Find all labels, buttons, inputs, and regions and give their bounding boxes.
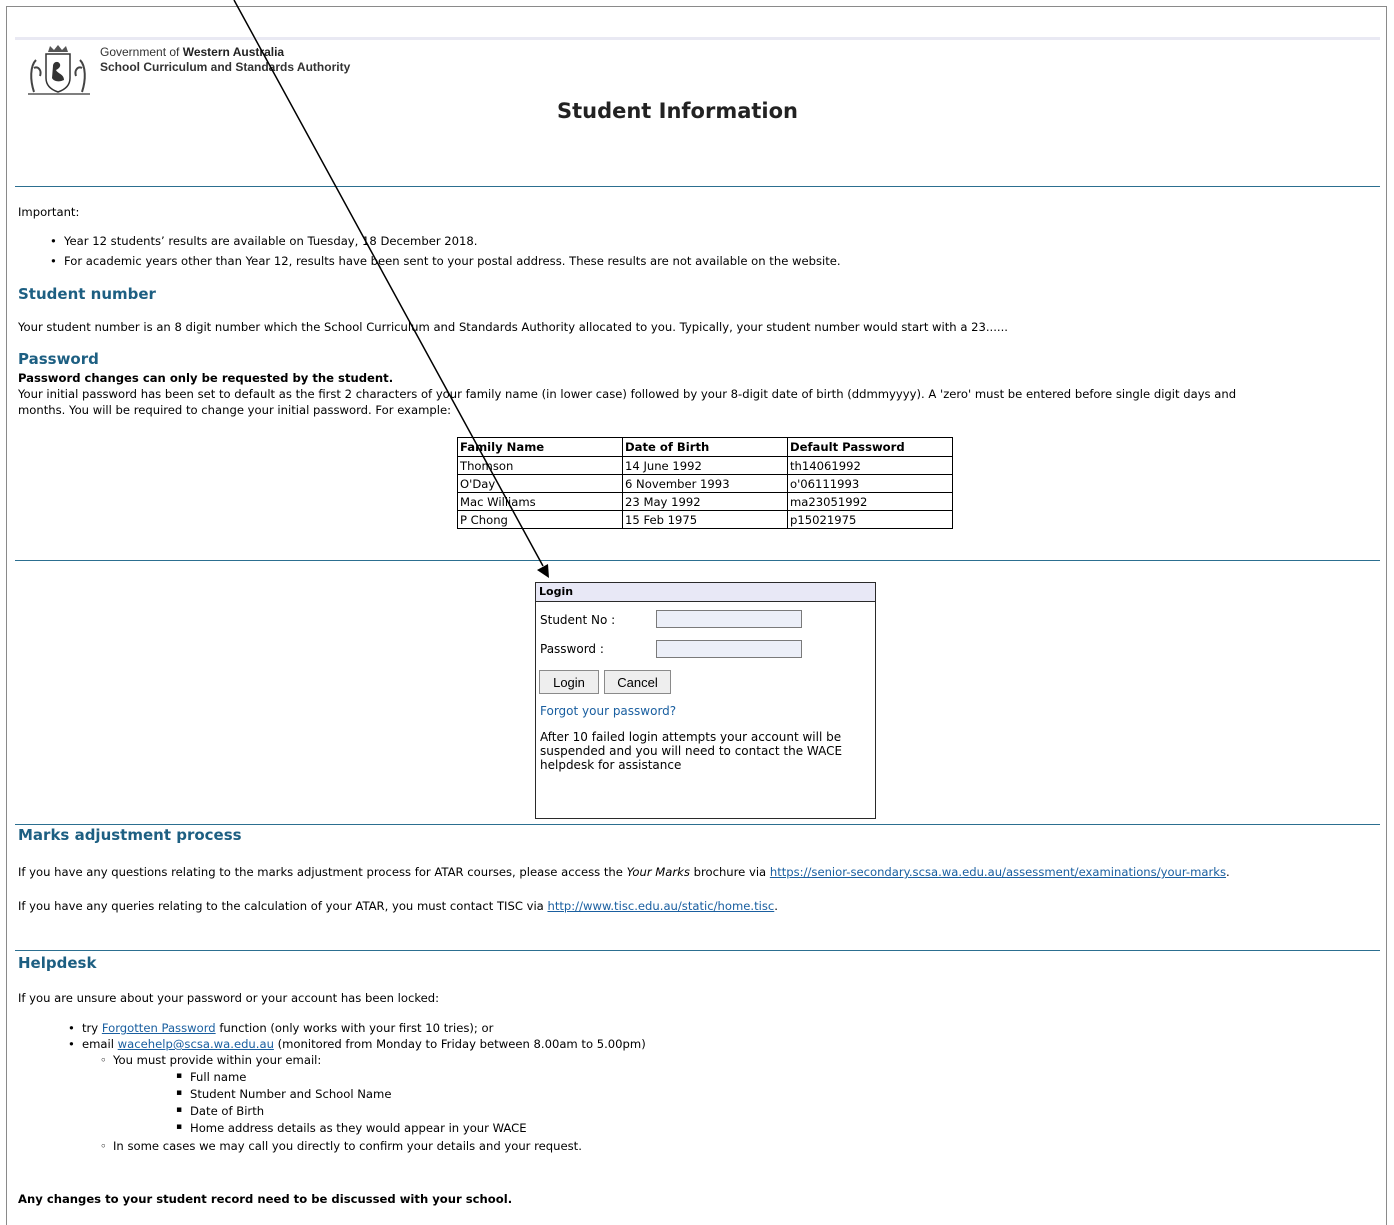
forgot-password-link[interactable]: Forgot your password? bbox=[540, 704, 676, 718]
table-cell: 15 Feb 1975 bbox=[622, 510, 788, 529]
table-cell: 14 June 1992 bbox=[622, 456, 788, 475]
password-bold-note: Password changes can only be requested b… bbox=[18, 371, 394, 385]
table-cell: ma23051992 bbox=[787, 492, 953, 511]
your-marks-link[interactable]: https://senior-secondary.scsa.wa.edu.au/… bbox=[770, 865, 1226, 879]
table-cell: Mac Williams bbox=[457, 492, 623, 511]
column-header: Date of Birth bbox=[622, 437, 788, 457]
helpdesk-heading: Helpdesk bbox=[18, 954, 97, 972]
column-header: Default Password bbox=[787, 437, 953, 457]
helpdesk-subitem: You must provide within your email: bbox=[100, 1053, 321, 1067]
table-row: O'Day 6 November 1993 o'06111993 bbox=[457, 474, 953, 493]
helpdesk-requirement: Full name bbox=[176, 1070, 246, 1084]
header-bar bbox=[15, 37, 1380, 40]
wa-government-crest-logo bbox=[28, 45, 90, 95]
password-input[interactable] bbox=[656, 640, 802, 658]
password-text-line2: months. You will be required to change y… bbox=[18, 403, 451, 417]
helpdesk-requirement: Home address details as they would appea… bbox=[176, 1121, 527, 1135]
tisc-link[interactable]: http://www.tisc.edu.au/static/home.tisc bbox=[547, 899, 774, 913]
login-button[interactable]: Login bbox=[539, 670, 599, 694]
table-cell: o'06111993 bbox=[787, 474, 953, 493]
divider bbox=[15, 824, 1380, 825]
marks-paragraph-1: If you have any questions relating to th… bbox=[18, 865, 1230, 879]
column-header: Family Name bbox=[457, 437, 623, 457]
student-no-input[interactable] bbox=[656, 610, 802, 628]
password-heading: Password bbox=[18, 350, 99, 368]
important-item: For academic years other than Year 12, r… bbox=[50, 254, 841, 268]
helpdesk-item: email wacehelp@scsa.wa.edu.au (monitored… bbox=[68, 1037, 646, 1051]
table-cell: p15021975 bbox=[787, 510, 953, 529]
table-cell: O'Day bbox=[457, 474, 623, 493]
table-row: Mac Williams 23 May 1992 ma23051992 bbox=[457, 492, 953, 511]
student-number-heading: Student number bbox=[18, 285, 156, 303]
important-label: Important: bbox=[18, 205, 80, 219]
marks-heading: Marks adjustment process bbox=[18, 826, 242, 844]
table-cell: 6 November 1993 bbox=[622, 474, 788, 493]
cancel-button[interactable]: Cancel bbox=[604, 670, 671, 694]
important-item: Year 12 students’ results are available … bbox=[50, 234, 478, 248]
table-cell: P Chong bbox=[457, 510, 623, 529]
page-title: Student Information bbox=[556, 99, 799, 123]
helpdesk-item: try Forgotten Password function (only wo… bbox=[68, 1021, 493, 1035]
student-number-text: Your student number is an 8 digit number… bbox=[18, 320, 1008, 334]
table-cell: Thomson bbox=[457, 456, 623, 475]
helpdesk-intro: If you are unsure about your password or… bbox=[18, 991, 440, 1005]
password-text-line1: Your initial password has been set to de… bbox=[18, 387, 1237, 401]
divider bbox=[15, 950, 1380, 951]
helpdesk-requirement: Date of Birth bbox=[176, 1104, 264, 1118]
footer-note: Any changes to your student record need … bbox=[18, 1192, 513, 1206]
marks-paragraph-2: If you have any queries relating to the … bbox=[18, 899, 778, 913]
login-panel: Login Student No : Password : Login Canc… bbox=[535, 582, 876, 819]
table-cell: th14061992 bbox=[787, 456, 953, 475]
student-no-label: Student No : bbox=[540, 613, 616, 627]
table-row: P Chong 15 Feb 1975 p15021975 bbox=[457, 510, 953, 529]
divider bbox=[15, 560, 1380, 561]
gov-name: Government of Western Australia bbox=[100, 45, 285, 59]
login-attempts-note: After 10 failed login attempts your acco… bbox=[540, 730, 843, 772]
table-header-row: Family Name Date of Birth Default Passwo… bbox=[457, 437, 953, 457]
helpdesk-requirement: Student Number and School Name bbox=[176, 1087, 392, 1101]
helpdesk-email-link[interactable]: wacehelp@scsa.wa.edu.au bbox=[118, 1037, 274, 1051]
password-example-table: Family Name Date of Birth Default Passwo… bbox=[457, 437, 953, 529]
authority-name: School Curriculum and Standards Authorit… bbox=[100, 60, 351, 74]
table-row: Thomson 14 June 1992 th14061992 bbox=[457, 456, 953, 475]
password-label: Password : bbox=[540, 642, 604, 656]
divider bbox=[15, 186, 1380, 187]
forgotten-password-link[interactable]: Forgotten Password bbox=[102, 1021, 216, 1035]
table-cell: 23 May 1992 bbox=[622, 492, 788, 511]
login-title: Login bbox=[536, 583, 875, 602]
helpdesk-subitem: In some cases we may call you directly t… bbox=[100, 1139, 582, 1153]
